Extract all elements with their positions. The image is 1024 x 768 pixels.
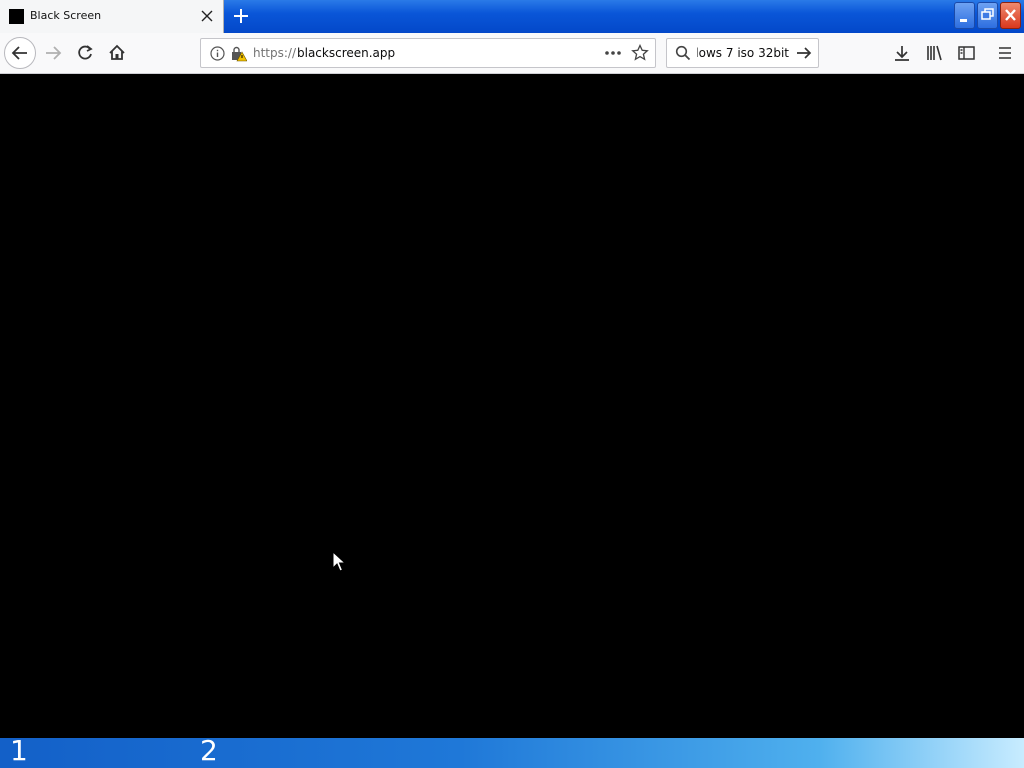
sidebar-toggle-icon[interactable] — [951, 38, 981, 68]
url-scheme: https:// — [253, 46, 297, 60]
info-icon[interactable] — [210, 46, 225, 61]
tab-close-icon[interactable] — [198, 7, 216, 25]
restore-button[interactable] — [977, 2, 998, 29]
new-tab-button[interactable] — [230, 5, 252, 27]
home-button[interactable] — [102, 38, 132, 68]
library-icon[interactable] — [919, 38, 949, 68]
tab-favicon — [9, 9, 24, 24]
close-window-button[interactable] — [1000, 2, 1021, 29]
window-titlebar: Black Screen — [0, 0, 1024, 33]
search-go-arrow-icon[interactable] — [795, 45, 813, 61]
page-content-black-screen[interactable] — [0, 74, 1024, 738]
navigation-toolbar: https:// blackscreen.app dows 7 iso 32bi… — [0, 33, 1024, 74]
reload-button[interactable] — [70, 38, 100, 68]
tab-black-screen[interactable]: Black Screen — [0, 0, 224, 33]
search-bar[interactable]: dows 7 iso 32bit — [666, 38, 819, 68]
lock-warning-icon[interactable] — [230, 45, 247, 62]
minimize-button[interactable] — [954, 2, 975, 29]
taskbar-item-1[interactable]: 1 — [10, 738, 28, 767]
taskbar: 1 2 — [0, 738, 1024, 768]
forward-button[interactable] — [38, 38, 68, 68]
bookmark-star-icon[interactable] — [631, 44, 649, 62]
menu-hamburger-icon[interactable] — [990, 38, 1020, 68]
downloads-icon[interactable] — [887, 38, 917, 68]
tab-title: Black Screen — [30, 9, 102, 22]
mouse-cursor-icon — [332, 551, 346, 573]
search-input[interactable]: dows 7 iso 32bit — [697, 46, 789, 60]
back-button[interactable] — [4, 37, 36, 69]
page-actions-icon[interactable] — [603, 45, 623, 61]
url-host: blackscreen.app — [297, 46, 396, 60]
url-bar[interactable]: https:// blackscreen.app — [200, 38, 656, 68]
taskbar-item-2[interactable]: 2 — [200, 738, 218, 767]
search-icon — [675, 45, 691, 61]
